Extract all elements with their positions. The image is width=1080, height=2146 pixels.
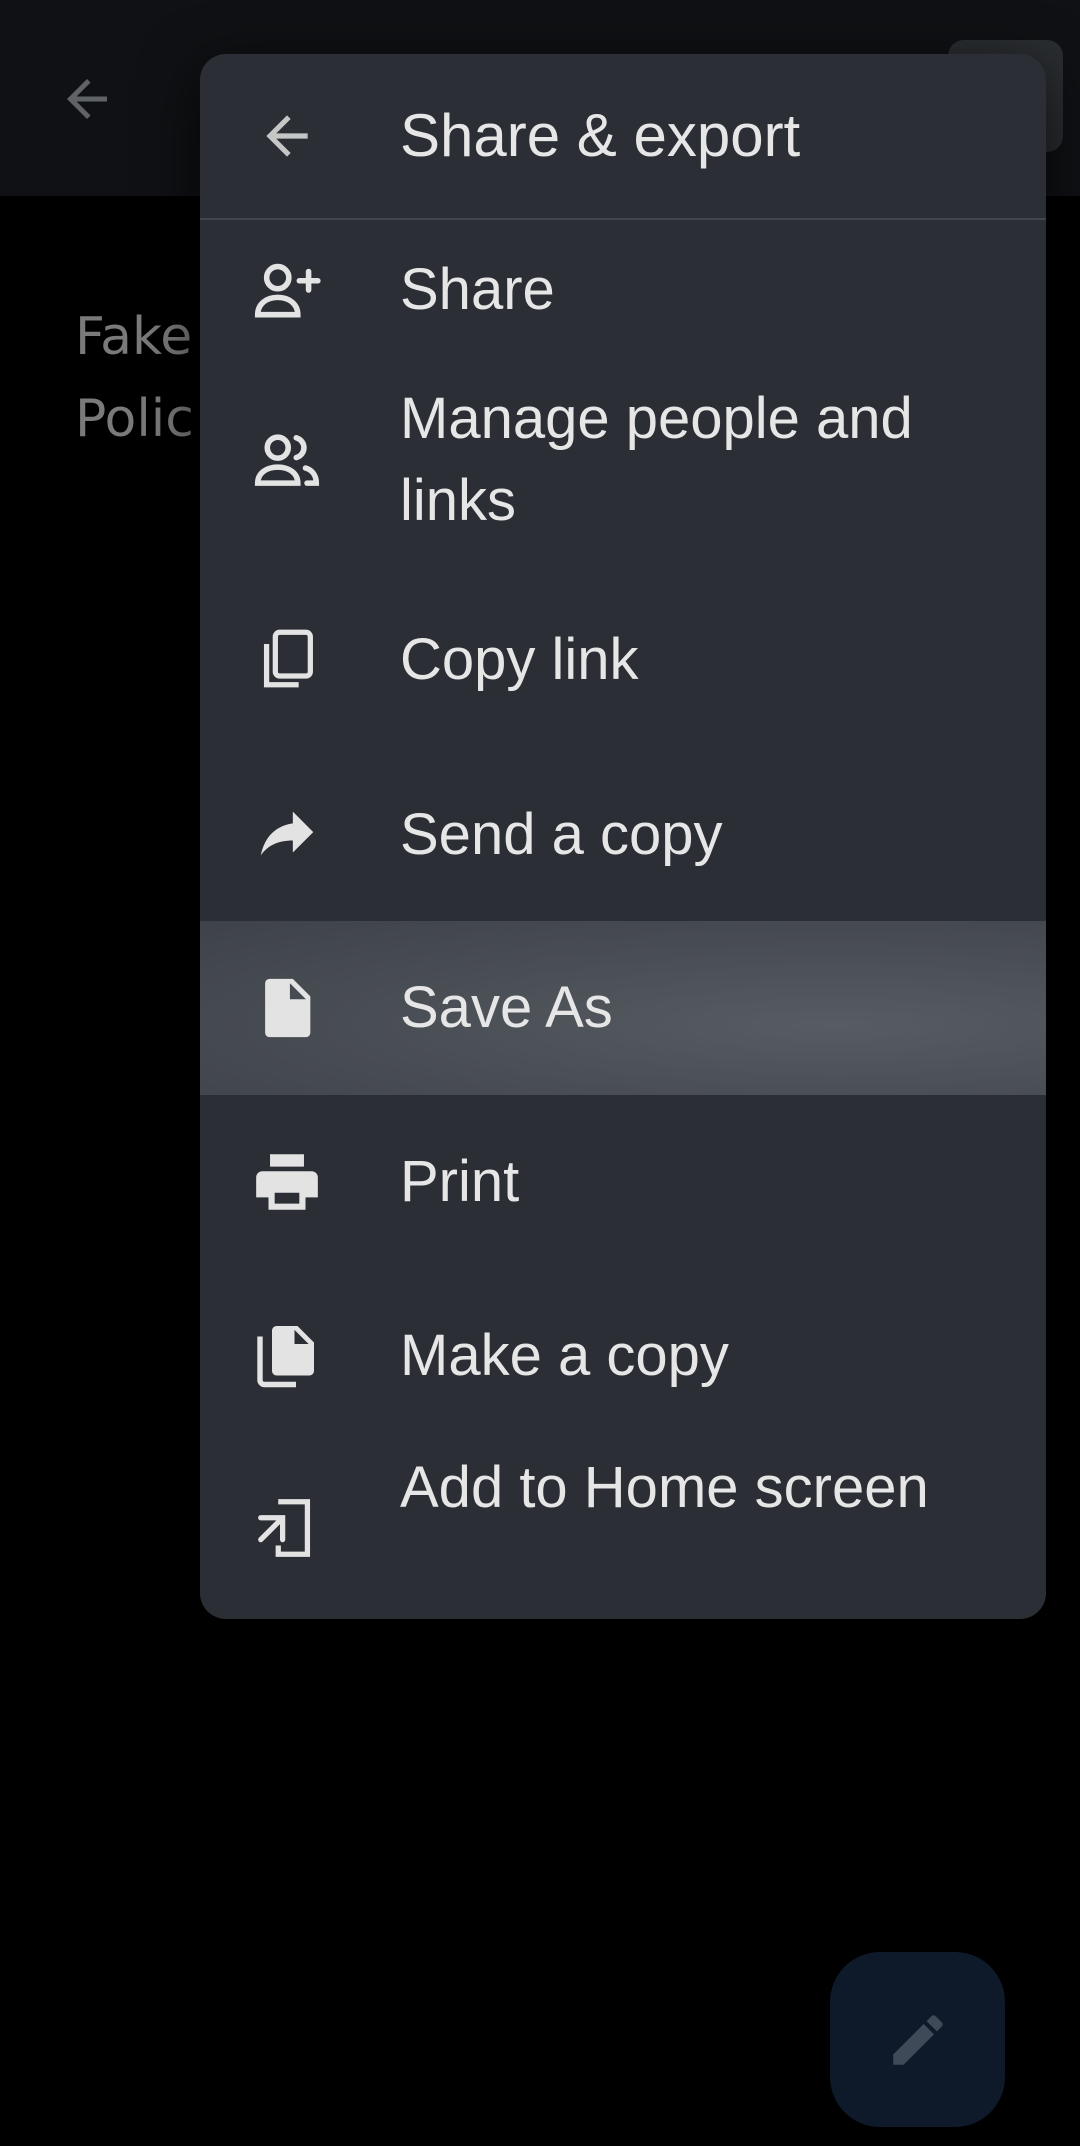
back-arrow-icon[interactable] [250, 99, 324, 173]
menu-item-label: Manage people and links [400, 386, 913, 533]
printer-icon [250, 1145, 324, 1219]
people-icon [250, 423, 324, 497]
menu-item-copy-link[interactable]: Copy link [200, 590, 1046, 730]
share-export-menu: Share & export Share Manage people and l… [200, 54, 1046, 1619]
menu-item-label: Print [400, 1149, 520, 1214]
menu-item-add-to-home[interactable]: Add to Home screen [200, 1443, 1046, 1619]
file-icon [250, 971, 324, 1045]
menu-title: Share & export [400, 102, 801, 169]
forward-arrow-icon [250, 798, 324, 872]
files-icon [250, 1319, 324, 1393]
add-to-home-icon [250, 1491, 324, 1565]
menu-item-label: Add to Home screen [400, 1455, 929, 1520]
pencil-icon [892, 2014, 943, 2065]
copy-icon [250, 623, 324, 697]
menu-header: Share & export [200, 54, 1046, 220]
menu-item-make-copy[interactable]: Make a copy [200, 1269, 1046, 1443]
menu-item-label: Share [400, 257, 555, 322]
menu-item-print[interactable]: Print [200, 1095, 1046, 1269]
menu-item-label: Send a copy [400, 802, 723, 867]
menu-item-label: Make a copy [400, 1323, 729, 1388]
menu-item-label: Copy link [400, 627, 639, 692]
menu-item-label: Save As [400, 975, 613, 1040]
menu-item-save-as[interactable]: Save As [200, 921, 1046, 1095]
menu-item-share[interactable]: Share [200, 220, 1046, 360]
menu-item-send-copy[interactable]: Send a copy [200, 765, 1046, 905]
menu-item-manage-people[interactable]: Manage people and links [200, 360, 1046, 560]
edit-fab-button[interactable] [830, 1952, 1005, 2127]
person-add-icon [250, 253, 324, 327]
back-arrow-icon[interactable] [52, 66, 122, 132]
